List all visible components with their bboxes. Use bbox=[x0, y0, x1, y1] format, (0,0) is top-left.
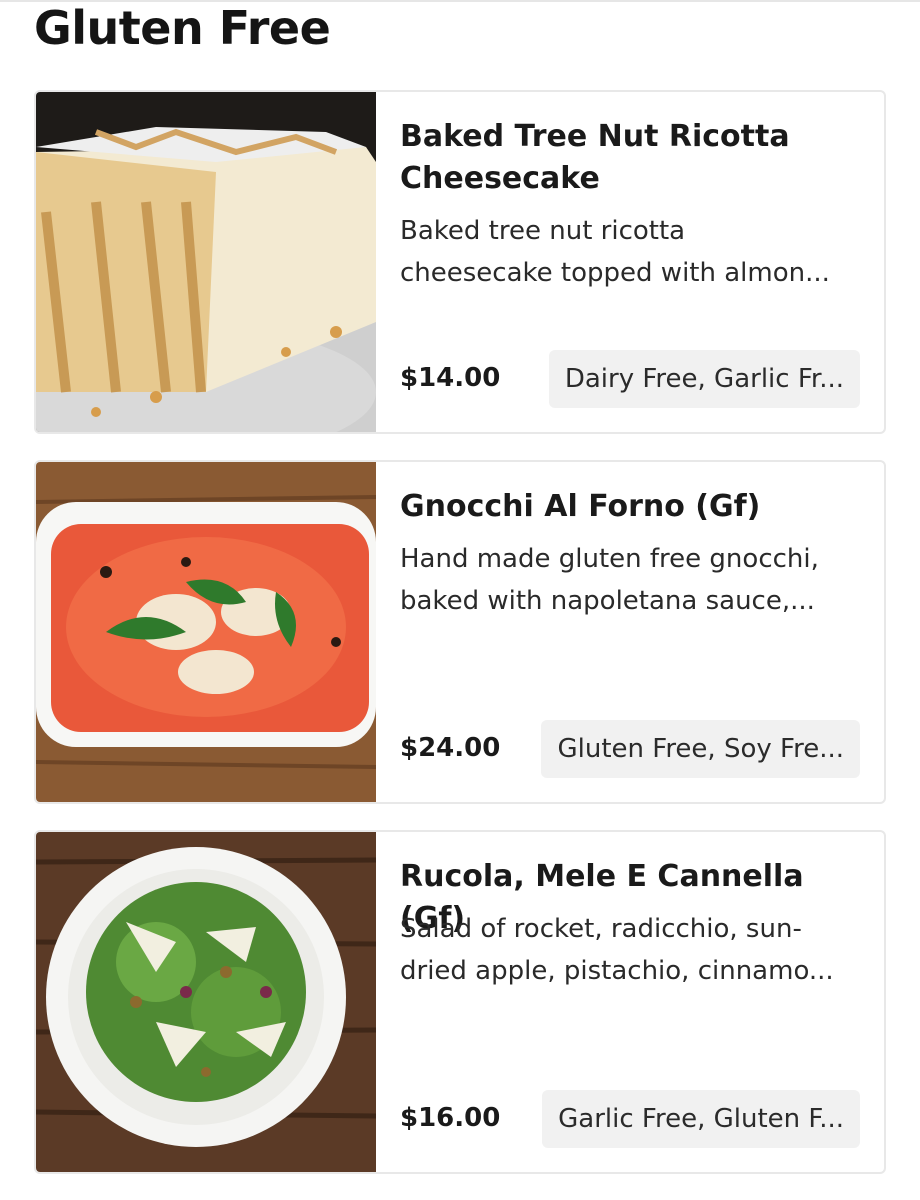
section-title: Gluten Free bbox=[34, 1, 331, 55]
gnocchi-photo bbox=[36, 462, 376, 802]
dietary-tags[interactable]: Garlic Free, Gluten F... bbox=[542, 1090, 860, 1148]
menu-item-details: Rucola, Mele E Cannella (Gf) Salad of ro… bbox=[400, 832, 860, 1172]
item-description: Baked tree nut ricotta cheesecake topped… bbox=[400, 216, 830, 288]
item-price: $16.00 bbox=[400, 1103, 501, 1133]
menu-item-details: Baked Tree Nut Ricotta Cheesecake Baked … bbox=[400, 92, 860, 432]
item-price: $14.00 bbox=[400, 363, 501, 393]
item-name: Gnocchi Al Forno (Gf) bbox=[400, 489, 761, 524]
item-price: $24.00 bbox=[400, 733, 501, 763]
dietary-tags[interactable]: Dairy Free, Garlic Fr... bbox=[548, 350, 860, 408]
item-description: Hand made gluten free gnocchi, baked wit… bbox=[400, 544, 819, 616]
dietary-tags[interactable]: Gluten Free, Soy Fre... bbox=[541, 720, 860, 778]
menu-item-card[interactable]: Gnocchi Al Forno (Gf) Hand made gluten f… bbox=[34, 460, 886, 804]
menu-item-card[interactable]: Baked Tree Nut Ricotta Cheesecake Baked … bbox=[34, 90, 886, 434]
cheesecake-photo bbox=[36, 92, 376, 432]
menu-item-card[interactable]: Rucola, Mele E Cannella (Gf) Salad of ro… bbox=[34, 830, 886, 1174]
item-name: Baked Tree Nut Ricotta Cheesecake bbox=[400, 119, 790, 196]
salad-photo bbox=[36, 832, 376, 1172]
item-description: Salad of rocket, radicchio, sun- dried a… bbox=[400, 914, 834, 986]
menu-item-details: Gnocchi Al Forno (Gf) Hand made gluten f… bbox=[400, 462, 860, 802]
